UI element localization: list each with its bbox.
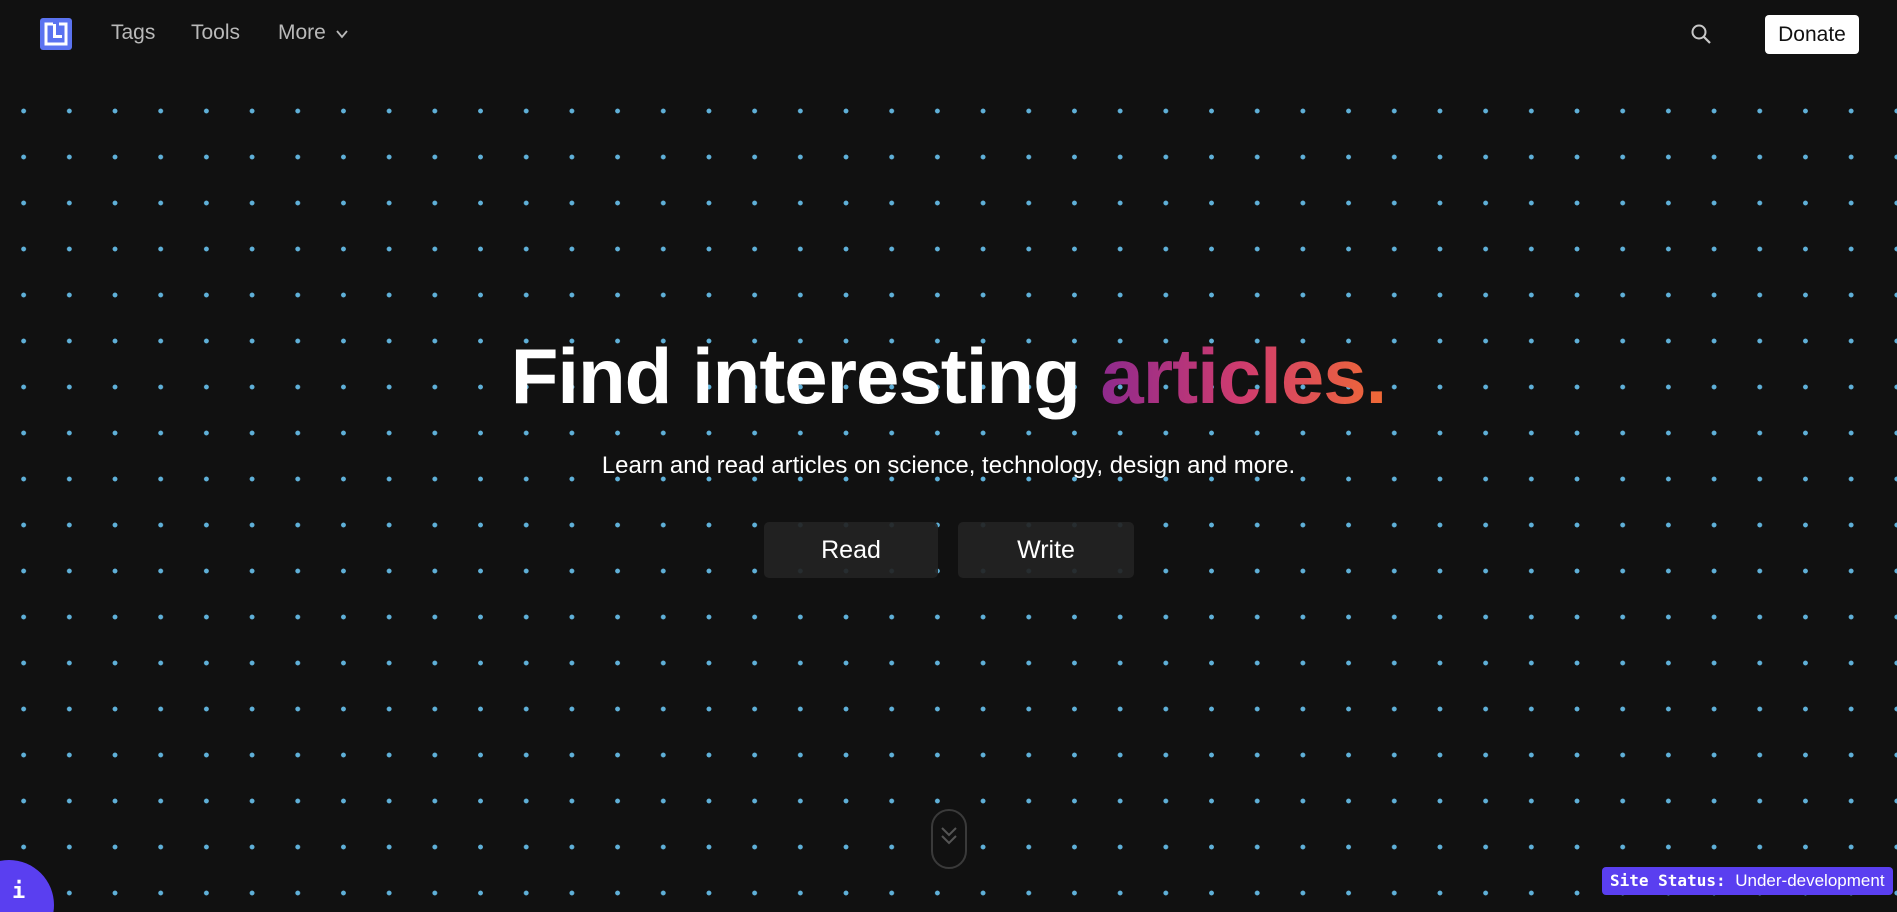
info-button[interactable] — [0, 860, 54, 912]
status-label: Site Status: — [1610, 871, 1726, 890]
page: Tags Tools More Donate Find interesting … — [0, 0, 1897, 912]
nav-link-tools[interactable]: Tools — [191, 20, 240, 46]
hero-title-prefix: Find interesting — [510, 332, 1101, 420]
donate-button[interactable]: Donate — [1765, 15, 1859, 54]
navbar: Tags Tools More Donate — [0, 0, 1897, 68]
write-button[interactable]: Write — [958, 522, 1134, 578]
scroll-down-button[interactable] — [931, 809, 967, 869]
chevron-down-icon[interactable] — [335, 27, 349, 41]
nav-link-more[interactable]: More — [278, 20, 326, 46]
status-value: Under-development — [1735, 871, 1885, 890]
search-icon[interactable] — [1689, 22, 1713, 46]
read-button[interactable]: Read — [764, 522, 938, 578]
status-badge: Site Status: Under-development — [1602, 867, 1893, 895]
double-chevron-down-icon — [941, 827, 957, 845]
info-icon[interactable]: i — [12, 879, 25, 904]
nav-link-tags[interactable]: Tags — [111, 20, 155, 46]
logo-icon[interactable] — [40, 18, 72, 50]
hero-title-highlight: articles. — [1100, 332, 1387, 420]
hero-subtitle: Learn and read articles on science, tech… — [601, 452, 1296, 479]
hero-title: Find interesting articles. — [0, 333, 1897, 419]
